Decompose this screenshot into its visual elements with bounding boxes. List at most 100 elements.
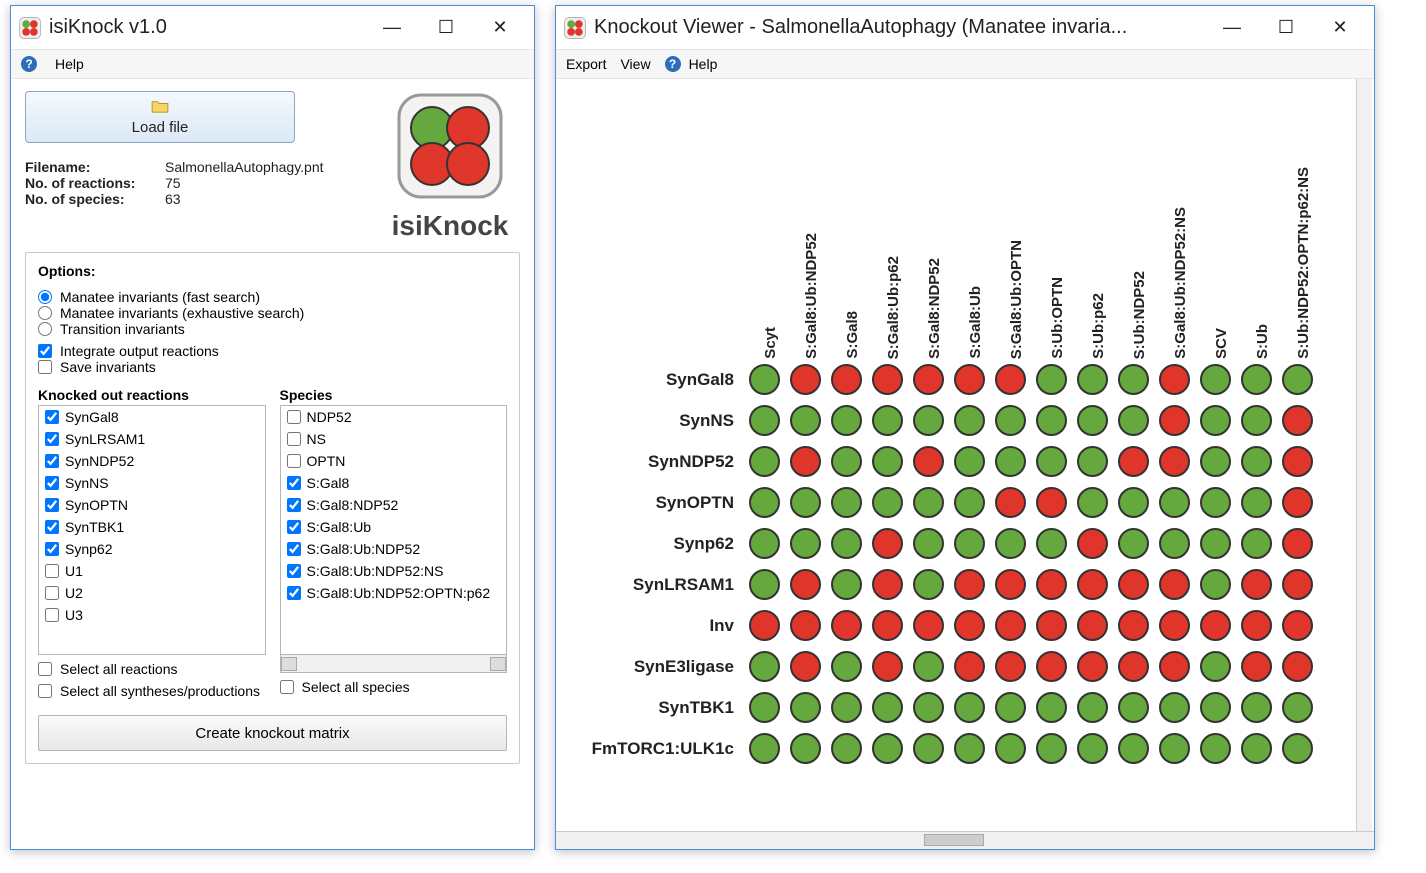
window-controls: — ☐ ✕: [374, 13, 526, 43]
list-item-checkbox[interactable]: [287, 564, 301, 578]
list-item[interactable]: U3: [39, 604, 265, 626]
list-item[interactable]: SynOPTN: [39, 494, 265, 516]
matrix-cell: [1072, 359, 1113, 400]
list-item[interactable]: SynGal8: [39, 406, 265, 428]
list-item[interactable]: S:Gal8:Ub: [281, 516, 507, 538]
list-item[interactable]: OPTN: [281, 450, 507, 472]
matrix-cell: [785, 482, 826, 523]
option-radio-input[interactable]: [38, 290, 52, 304]
matrix-cell: [908, 482, 949, 523]
minimize-button[interactable]: —: [374, 13, 410, 43]
list-item-label: S:Gal8:Ub:NDP52:OPTN:p62: [307, 585, 491, 601]
matrix-cell: [867, 400, 908, 441]
list-item-checkbox[interactable]: [287, 432, 301, 446]
select-all-reactions-checkbox[interactable]: [38, 662, 52, 676]
menu-help[interactable]: Help: [55, 56, 84, 72]
species-listbox[interactable]: NDP52NSOPTNS:Gal8S:Gal8:NDP52S:Gal8:UbS:…: [280, 405, 508, 655]
list-item[interactable]: S:Gal8:Ub:NDP52:NS: [281, 560, 507, 582]
list-item[interactable]: NS: [281, 428, 507, 450]
maximize-button[interactable]: ☐: [1268, 13, 1304, 43]
list-item-checkbox[interactable]: [45, 586, 59, 600]
list-item-checkbox[interactable]: [45, 520, 59, 534]
list-item-checkbox[interactable]: [45, 454, 59, 468]
list-item[interactable]: Synp62: [39, 538, 265, 560]
matrix-cell: [1072, 441, 1113, 482]
reactions-listbox[interactable]: SynGal8SynLRSAM1SynNDP52SynNSSynOPTNSynT…: [38, 405, 266, 655]
list-item[interactable]: S:Gal8:Ub:NDP52:OPTN:p62: [281, 582, 507, 604]
select-all-species-checkbox[interactable]: [280, 680, 294, 694]
load-file-button[interactable]: Load file: [25, 91, 295, 143]
menu-help[interactable]: Help: [689, 56, 718, 72]
matrix-cell: [1236, 441, 1277, 482]
matrix-hscrollbar[interactable]: [556, 831, 1374, 849]
list-item-checkbox[interactable]: [287, 410, 301, 424]
create-matrix-button[interactable]: Create knockout matrix: [38, 715, 507, 751]
list-item-checkbox[interactable]: [287, 542, 301, 556]
close-button[interactable]: ✕: [1322, 13, 1358, 43]
list-item-checkbox[interactable]: [45, 608, 59, 622]
logo-icon: [395, 91, 505, 201]
list-item[interactable]: U1: [39, 560, 265, 582]
matrix-cell: [1113, 441, 1154, 482]
list-item[interactable]: SynLRSAM1: [39, 428, 265, 450]
list-item-checkbox[interactable]: [45, 476, 59, 490]
close-button[interactable]: ✕: [482, 13, 518, 43]
matrix-row: SynOPTN: [564, 482, 1356, 523]
maximize-button[interactable]: ☐: [428, 13, 464, 43]
option-check-input[interactable]: [38, 344, 52, 358]
list-item[interactable]: SynTBK1: [39, 516, 265, 538]
option-radio-1[interactable]: Manatee invariants (exhaustive search): [38, 305, 507, 321]
matrix-cell: [1113, 687, 1154, 728]
matrix-cell: [785, 646, 826, 687]
minimize-button[interactable]: —: [1214, 13, 1250, 43]
list-item[interactable]: S:Gal8:Ub:NDP52: [281, 538, 507, 560]
list-item[interactable]: S:Gal8:NDP52: [281, 494, 507, 516]
list-item-checkbox[interactable]: [287, 586, 301, 600]
list-item[interactable]: SynNS: [39, 472, 265, 494]
select-all-syntheses-label: Select all syntheses/productions: [60, 683, 260, 699]
option-radio-input[interactable]: [38, 322, 52, 336]
list-item[interactable]: U2: [39, 582, 265, 604]
list-item-checkbox[interactable]: [287, 476, 301, 490]
list-item[interactable]: S:Gal8: [281, 472, 507, 494]
list-item-checkbox[interactable]: [45, 564, 59, 578]
option-check-1[interactable]: Save invariants: [38, 359, 507, 375]
matrix-cell: [867, 523, 908, 564]
matrix-cell: [744, 564, 785, 605]
list-item[interactable]: NDP52: [281, 406, 507, 428]
list-item-checkbox[interactable]: [45, 410, 59, 424]
matrix-cell: [867, 605, 908, 646]
list-item-checkbox[interactable]: [287, 454, 301, 468]
menu-view[interactable]: View: [620, 56, 650, 72]
option-radio-0[interactable]: Manatee invariants (fast search): [38, 289, 507, 305]
column-header-label: S:Gal8:Ub: [967, 280, 984, 359]
matrix-vscrollbar[interactable]: [1356, 79, 1372, 831]
list-item[interactable]: SynNDP52: [39, 450, 265, 472]
load-file-label: Load file: [132, 119, 189, 136]
species-label: No. of species:: [25, 191, 165, 207]
matrix-column-header: SCV: [1201, 322, 1242, 359]
species-hscrollbar[interactable]: [280, 655, 508, 673]
list-item-checkbox[interactable]: [45, 432, 59, 446]
list-item-checkbox[interactable]: [287, 498, 301, 512]
select-all-syntheses-checkbox[interactable]: [38, 684, 52, 698]
option-radio-input[interactable]: [38, 306, 52, 320]
titlebar[interactable]: isiKnock v1.0 — ☐ ✕: [11, 6, 534, 50]
option-check-0[interactable]: Integrate output reactions: [38, 343, 507, 359]
matrix-scroll-area[interactable]: ScytS:Gal8:Ub:NDP52S:Gal8S:Gal8:Ub:p62S:…: [556, 79, 1374, 831]
matrix-row: FmTORC1:ULK1c: [564, 728, 1356, 769]
option-radio-2[interactable]: Transition invariants: [38, 321, 507, 337]
titlebar[interactable]: Knockout Viewer - SalmonellaAutophagy (M…: [556, 6, 1374, 50]
list-item-checkbox[interactable]: [287, 520, 301, 534]
option-check-input[interactable]: [38, 360, 52, 374]
list-item-checkbox[interactable]: [45, 498, 59, 512]
matrix-cell: [1072, 687, 1113, 728]
menu-export[interactable]: Export: [566, 56, 606, 72]
matrix-cell: [1236, 359, 1277, 400]
matrix-cell: [1031, 482, 1072, 523]
matrix-row: SynNS: [564, 400, 1356, 441]
menubar: ? Help: [11, 50, 534, 79]
list-item-checkbox[interactable]: [45, 542, 59, 556]
matrix-cell: [1195, 441, 1236, 482]
option-radio-label: Manatee invariants (fast search): [60, 289, 260, 305]
